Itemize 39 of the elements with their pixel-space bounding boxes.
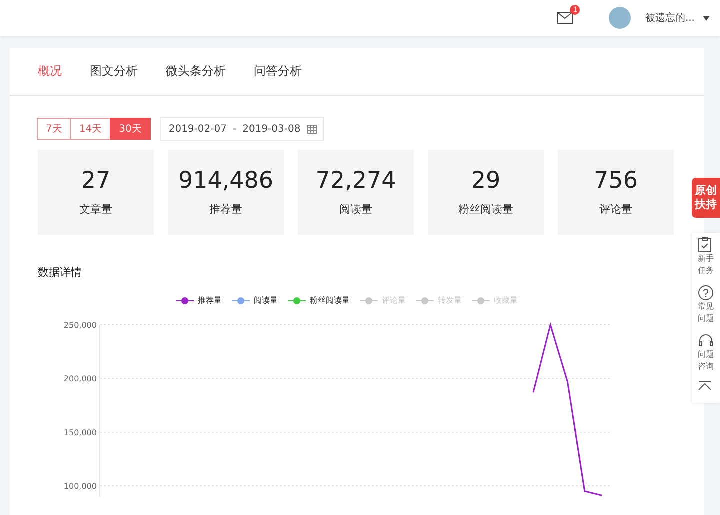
username[interactable]: 被遗忘的...: [645, 11, 695, 25]
stat-value: 27: [81, 168, 111, 194]
mail-icon[interactable]: [557, 12, 574, 24]
original-support-badge[interactable]: 原创 扶持: [692, 178, 720, 218]
tab[interactable]: 微头条分析: [166, 63, 226, 80]
clipboard-check-icon: [698, 237, 712, 253]
caret-icon[interactable]: [703, 16, 710, 20]
legend-item[interactable]: 阅读量: [232, 295, 278, 306]
side-tool-button[interactable]: 问题 咨询: [698, 333, 714, 373]
y-axis-label: 250,000: [64, 321, 97, 330]
legend-item[interactable]: 粉丝阅读量: [288, 295, 350, 306]
tab[interactable]: 概况: [38, 63, 62, 80]
y-axis-label: 200,000: [64, 374, 97, 384]
back-to-top-icon: [698, 381, 712, 391]
range-button[interactable]: 14天: [70, 118, 112, 140]
side-tool-button[interactable]: 常见 问题: [698, 285, 714, 325]
stat-label: 文章量: [80, 202, 112, 217]
tab[interactable]: 图文分析: [90, 63, 138, 80]
y-axis-label: 150,000: [64, 428, 97, 438]
stat-label: 粉丝阅读量: [458, 202, 514, 217]
date-range-field[interactable]: 2019-02-07 - 2019-03-08: [160, 117, 324, 141]
range-button[interactable]: 7天: [37, 118, 72, 140]
y-axis-label: 100,000: [64, 482, 97, 491]
headset-icon: [698, 333, 714, 349]
stat-label: 阅读量: [340, 202, 372, 217]
section-title: 数据详情: [38, 265, 82, 280]
stat-value: 756: [594, 168, 638, 194]
calendar-icon: [306, 124, 317, 134]
tab[interactable]: 问答分析: [254, 63, 302, 80]
legend-item[interactable]: 推荐量: [176, 295, 222, 306]
stat-value: 29: [471, 168, 501, 194]
range-button[interactable]: 30天: [110, 118, 151, 140]
help-icon: [698, 285, 714, 301]
stat-value: 72,274: [316, 168, 396, 194]
side-tool-button[interactable]: [698, 381, 712, 391]
stat-label: 推荐量: [210, 202, 242, 217]
stat-label: 评论量: [600, 202, 632, 217]
side-tool-button[interactable]: 新手 任务: [698, 237, 714, 277]
stat-value: 914,486: [178, 168, 274, 194]
